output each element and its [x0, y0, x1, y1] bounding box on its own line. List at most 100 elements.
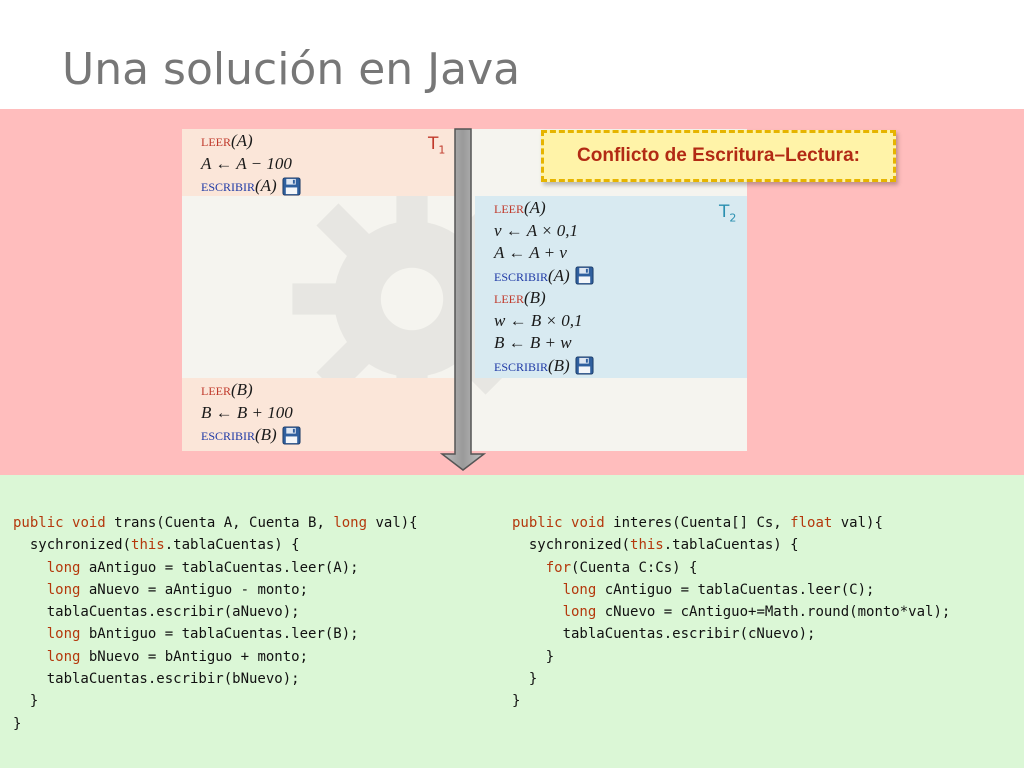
floppy-disk-icon [575, 266, 594, 285]
slide-title: Una solución en Java [62, 44, 521, 95]
code-line: long aNuevo = aAntiguo - monto; [13, 579, 418, 601]
schedule-line: w ← B × 0,1 [494, 310, 594, 333]
assignment-expression: A ← A − 100 [201, 153, 292, 173]
schedule-line: leer (B) [201, 379, 301, 402]
code-line: public void trans(Cuenta A, Cuenta B, lo… [13, 512, 418, 534]
operation-argument: (B) [231, 380, 253, 399]
schedule-line: B ← B + 100 [201, 402, 301, 425]
code-text: } [13, 715, 22, 732]
code-keyword: public [13, 515, 64, 531]
code-text: .tablaCuentas) { [164, 537, 300, 554]
code-interes: public void interes(Cuenta[] Cs, float v… [512, 512, 950, 713]
code-text: aNuevo = aAntiguo - monto; [80, 581, 309, 598]
operation-argument: (B) [524, 288, 546, 307]
code-keyword: long [333, 515, 368, 531]
write-keyword: escribir [494, 265, 549, 285]
code-keyword: long [46, 648, 81, 665]
code-text: val){ [367, 515, 418, 531]
operation-argument: (A) [255, 176, 277, 195]
code-line: } [13, 690, 418, 712]
floppy-disk-icon [282, 177, 301, 196]
code-line: sychronized(this.tablaCuentas) { [13, 534, 418, 556]
code-keyword: long [46, 626, 81, 643]
schedule-line: A ← A − 100 [201, 153, 301, 176]
code-keyword: long [46, 581, 81, 598]
t2-label-letter: T [719, 202, 730, 222]
code-text: } [512, 671, 538, 688]
conflict-callout: Conflicto de Escritura–Lectura: [541, 130, 896, 182]
code-keyword: public [512, 515, 563, 531]
schedule-line: escribir (B) [201, 424, 301, 447]
code-trans: public void trans(Cuenta A, Cuenta B, lo… [13, 512, 418, 735]
code-line: } [512, 668, 950, 690]
read-keyword: leer [201, 131, 231, 150]
t1-block-b-lines: leer (B) B ← B + 100 escribir (B) [201, 379, 301, 447]
code-keyword: long [562, 604, 597, 621]
code-text: tablaCuentas.escribir(bNuevo); [13, 671, 300, 688]
t2-block: leer (A) v ← A × 0,1 A ← A + v escribir (A) le… [475, 196, 747, 378]
code-keyword: void [571, 515, 605, 531]
operation-argument: (A) [524, 198, 546, 217]
code-text: aAntiguo = tablaCuentas.leer(A); [80, 559, 359, 576]
code-keyword: long [46, 559, 81, 576]
code-line: tablaCuentas.escribir(aNuevo); [13, 601, 418, 623]
code-text: cNuevo = cAntiguo+=Math.round(monto*val)… [596, 604, 951, 621]
read-keyword: leer [494, 288, 524, 307]
t2-block-lines: leer (A) v ← A × 0,1 A ← A + v escribir (A) le… [494, 197, 594, 377]
code-text: cAntiguo = tablaCuentas.leer(C); [596, 581, 875, 598]
read-keyword: leer [201, 380, 231, 399]
code-text: trans(Cuenta A, Cuenta B, [105, 515, 334, 531]
code-line: sychronized(this.tablaCuentas) { [512, 534, 950, 556]
floppy-disk-icon [282, 426, 301, 445]
code-text: } [512, 693, 521, 710]
t1-label-letter: T [428, 134, 439, 154]
code-keyword: void [72, 515, 106, 531]
code-line: long bAntiguo = tablaCuentas.leer(B); [13, 623, 418, 645]
code-text: sychronized( [512, 537, 631, 554]
t1-block-a: leer (A) A ← A − 100 escribir (A) [182, 129, 456, 196]
operation-argument: (A) [548, 265, 570, 285]
schedule-line: escribir (A) [201, 175, 301, 198]
assignment-expression: A ← A + v [494, 243, 567, 262]
code-text: tablaCuentas.escribir(aNuevo); [13, 604, 300, 621]
schedule-line: v ← A × 0,1 [494, 220, 594, 243]
code-text: (Cuenta C:Cs) { [571, 559, 698, 576]
schedule-line: A ← A + v [494, 242, 594, 265]
code-keyword: long [562, 581, 597, 598]
down-arrow-icon [440, 128, 486, 471]
operation-argument: (B) [255, 425, 277, 444]
schedule-line: escribir (A) [494, 265, 594, 288]
t1-block-b: leer (B) B ← B + 100 escribir (B) [182, 378, 456, 451]
code-line: for(Cuenta C:Cs) { [512, 557, 950, 579]
floppy-disk-icon [575, 356, 594, 375]
code-text: val){ [832, 515, 883, 531]
assignment-expression: w ← B × 0,1 [494, 310, 583, 330]
code-keyword: this [630, 537, 664, 554]
schedule-line: leer (B) [494, 287, 594, 310]
schedule-line: leer (A) [494, 197, 594, 220]
code-text: bAntiguo = tablaCuentas.leer(B); [80, 626, 359, 643]
code-text: tablaCuentas.escribir(cNuevo); [512, 626, 816, 643]
code-line: } [512, 690, 950, 712]
schedule-line: B ← B + w [494, 332, 594, 355]
write-keyword: escribir [494, 355, 549, 375]
code-text: bNuevo = bAntiguo + monto; [80, 648, 309, 665]
t2-label: T2 [719, 202, 736, 224]
read-keyword: leer [494, 198, 524, 217]
t2-label-sub: 2 [729, 211, 737, 225]
code-text: .tablaCuentas) { [663, 537, 799, 554]
code-line: tablaCuentas.escribir(cNuevo); [512, 623, 950, 645]
code-line: tablaCuentas.escribir(bNuevo); [13, 668, 418, 690]
code-text: sychronized( [13, 537, 132, 554]
code-line: long aAntiguo = tablaCuentas.leer(A); [13, 557, 418, 579]
schedule-line: escribir (B) [494, 355, 594, 378]
write-keyword: escribir [201, 425, 256, 444]
write-keyword: escribir [201, 176, 256, 195]
code-keyword: for [545, 559, 572, 576]
